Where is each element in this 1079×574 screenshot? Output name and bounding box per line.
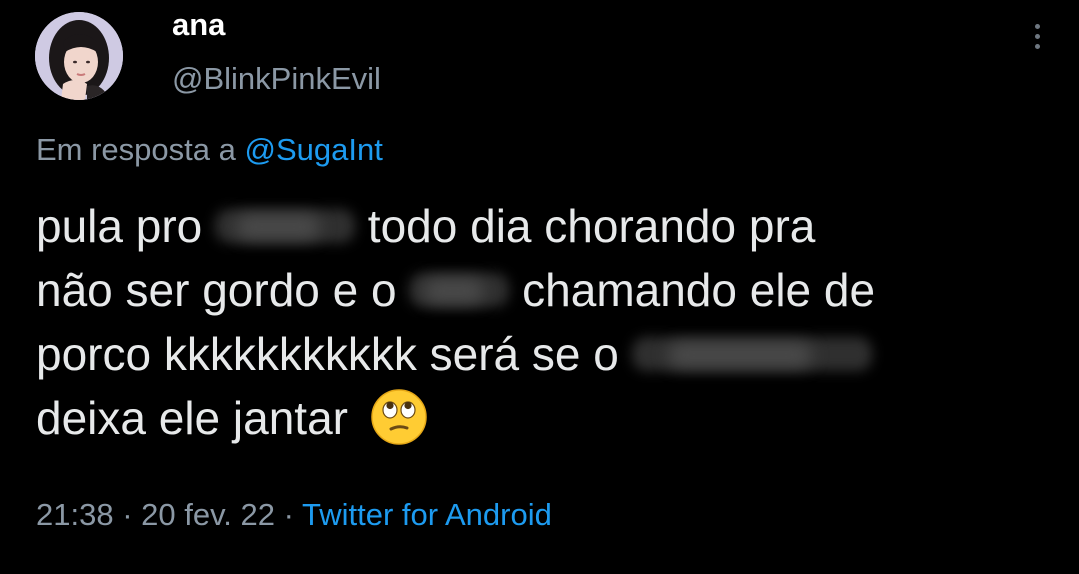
tweet-text-line: porco kkkkkkkkkkk será se o <box>36 322 1046 386</box>
tweet-text: pula pro todo dia chorando pra não ser g… <box>36 194 1046 450</box>
tweet-text-line: deixa ele jantar <box>36 386 1046 450</box>
author-handle[interactable]: @BlinkPinkEvil <box>172 60 381 98</box>
reply-prefix: Em resposta a <box>36 132 245 167</box>
reply-to-link[interactable]: @SugaInt <box>244 132 382 167</box>
censored-area <box>632 331 872 377</box>
avatar-photo <box>35 12 123 100</box>
tweet-source-link[interactable]: Twitter for Android <box>302 497 552 532</box>
more-vertical-icon <box>1034 23 1040 29</box>
author-avatar[interactable] <box>35 12 123 100</box>
tweet-meta: 21:38 · 20 fev. 22 · Twitter for Android <box>36 494 552 536</box>
reply-context: Em resposta a @SugaInt <box>36 130 383 170</box>
tweet-text-segment: deixa ele jantar <box>36 392 361 444</box>
tweet-text-segment: todo dia chorando pra <box>355 200 816 252</box>
author-name[interactable]: ana <box>172 6 225 44</box>
tweet-text-segment: pula pro <box>36 200 216 252</box>
tweet-text-segment: não ser gordo e o <box>36 264 410 316</box>
tweet-text-line: não ser gordo e o chamando ele de <box>36 258 1046 322</box>
censored-area <box>409 267 509 313</box>
more-vertical-icon-dot <box>1034 33 1040 39</box>
more-options-button[interactable] <box>1022 16 1052 56</box>
tweet-text-segment: chamando ele de <box>509 264 876 316</box>
censored-area <box>215 203 355 249</box>
face-with-rolling-eyes-icon <box>371 389 427 445</box>
tweet-time[interactable]: 21:38 <box>36 497 114 532</box>
tweet-text-line: pula pro todo dia chorando pra <box>36 194 1046 258</box>
more-vertical-icon-dot <box>1034 43 1040 49</box>
meta-separator: · <box>275 497 302 532</box>
tweet-date[interactable]: 20 fev. 22 <box>141 497 275 532</box>
meta-separator: · <box>113 497 142 532</box>
tweet-text-segment: porco kkkkkkkkkkk será se o <box>36 328 632 380</box>
